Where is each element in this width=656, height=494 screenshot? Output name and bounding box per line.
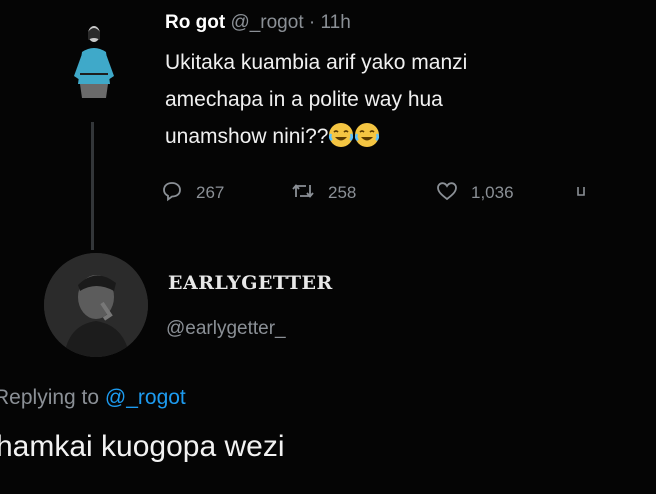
tears-of-joy-emoji-icon [354, 122, 380, 148]
tweet-author-avatar[interactable] [66, 24, 118, 124]
reply-author-name[interactable]: EARLYGETTER [168, 272, 333, 294]
tweet-body: Ukitaka kuambia arif yako manzi amechapa… [165, 44, 605, 155]
tweet-action-bar: 267 258 1,036 [160, 178, 600, 208]
replying-to-mention-link[interactable]: @_rogot [105, 386, 186, 409]
retweet-count: 258 [328, 183, 357, 202]
reply-author-avatar[interactable] [44, 253, 148, 357]
thread-connector-line [91, 122, 94, 250]
like-count: 1,036 [471, 183, 514, 202]
tweet-author-handle[interactable]: @_rogot [230, 12, 303, 33]
tweet-author-name[interactable]: Ro got [165, 12, 225, 33]
tweet-text-line-content: unamshow nini?? [165, 125, 329, 148]
share-icon [576, 179, 598, 208]
reply-icon [160, 179, 196, 208]
heart-icon [435, 179, 471, 208]
reply-count: 267 [196, 183, 225, 202]
tears-of-joy-emoji-icon [328, 122, 354, 148]
tweet-meta-separator: · [308, 12, 316, 33]
reply-body-text: hamkai kuogopa wezi [0, 430, 285, 463]
replying-to-line: Replying to @_rogot [0, 386, 186, 410]
retweet-button[interactable]: 258 [290, 178, 356, 208]
tweet-timestamp[interactable]: 11h [321, 12, 351, 33]
like-button[interactable]: 1,036 [435, 178, 514, 208]
share-button[interactable] [576, 178, 598, 208]
reply-author-handle[interactable]: @earlygetter_ [166, 318, 286, 340]
reply-button[interactable]: 267 [160, 178, 224, 208]
tweet-text-line: amechapa in a polite way hua [165, 88, 443, 111]
tweet-text-line: unamshow nini?? [165, 118, 605, 155]
tweet-header: Ro got @_rogot · 11h [165, 12, 351, 34]
retweet-icon [290, 179, 328, 208]
tweet-text-line: Ukitaka kuambia arif yako manzi [165, 51, 468, 74]
twitter-thread-screen: Ro got @_rogot · 11h Ukitaka kuambia ari… [0, 0, 656, 494]
replying-to-label: Replying to [0, 386, 100, 409]
